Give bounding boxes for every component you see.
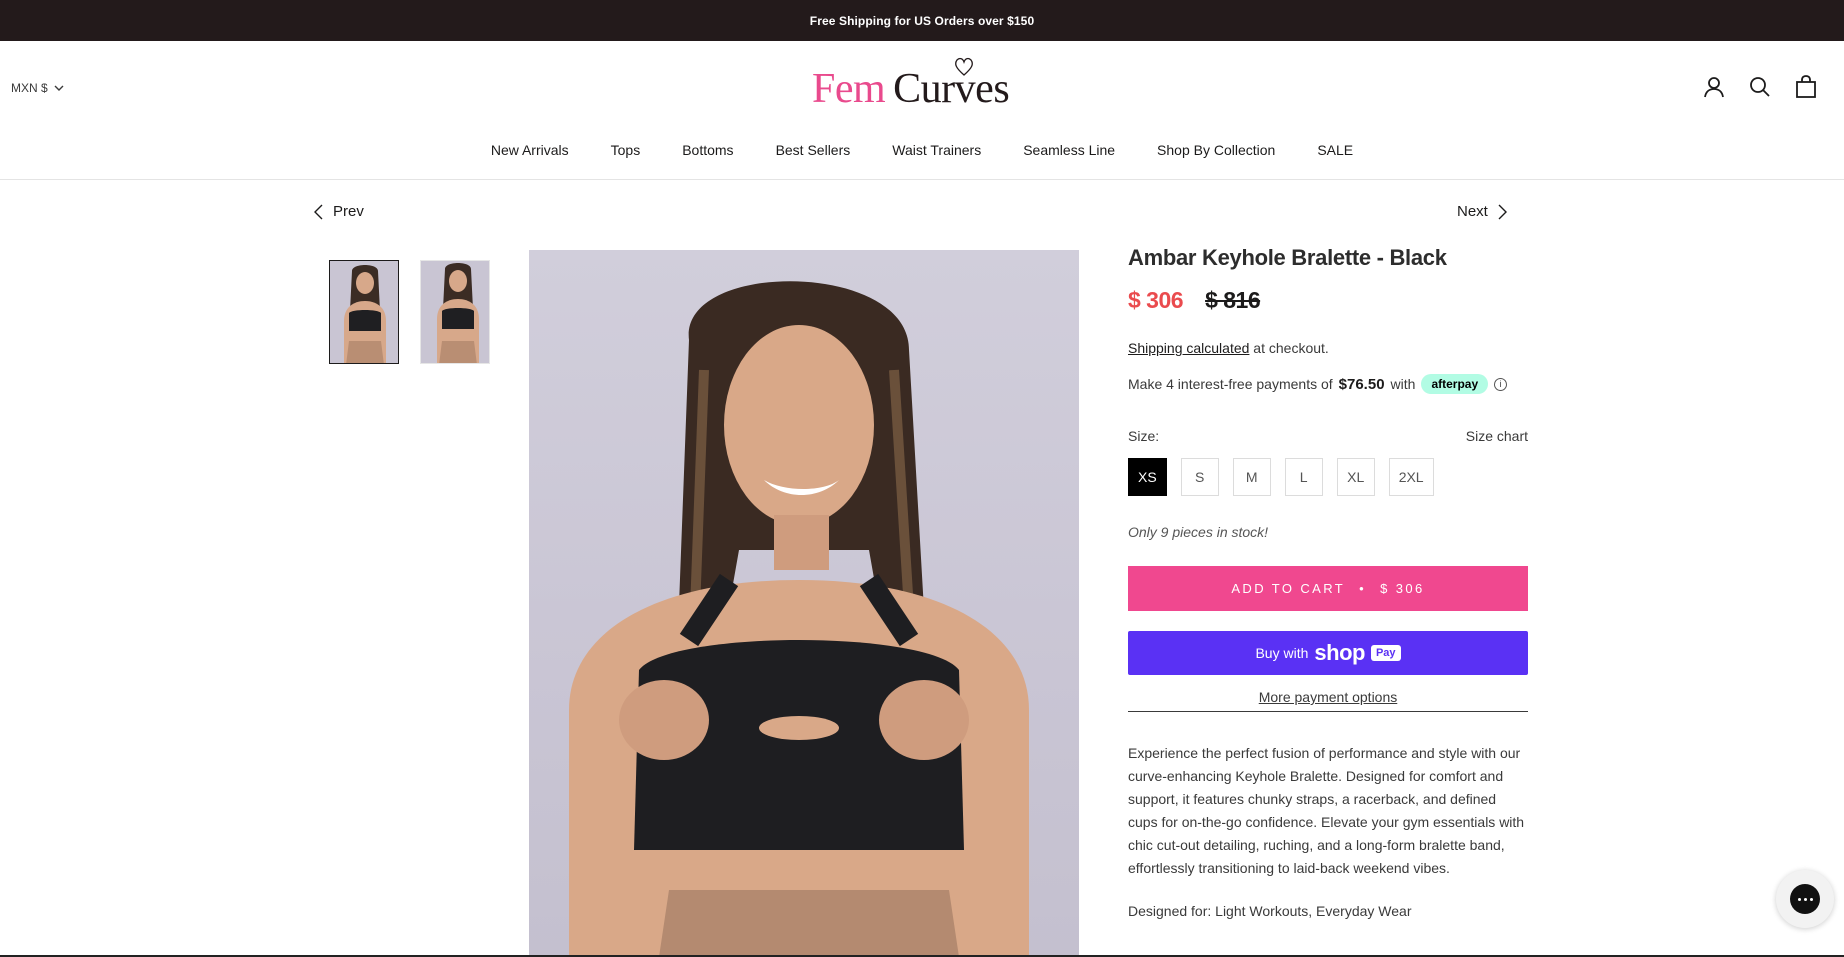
designed-for: Designed for: Light Workouts, Everyday W… (1128, 903, 1412, 919)
afterpay-badge[interactable]: afterpay (1421, 374, 1489, 394)
original-price: $ 816 (1205, 287, 1261, 313)
sale-price: $ 306 (1128, 287, 1184, 313)
product-info: Ambar Keyhole Bralette - Black $ 306 $ 8… (1128, 245, 1528, 919)
product-title: Ambar Keyhole Bralette - Black (1128, 245, 1447, 270)
logo-fem: Fem (812, 66, 886, 112)
announcement-text: Free Shipping for US Orders over $150 (809, 13, 1035, 28)
next-product-link[interactable]: Next (1457, 203, 1507, 220)
header-icons (1702, 75, 1818, 99)
size-option-xl[interactable]: XL (1336, 458, 1375, 496)
product-thumbnail-2[interactable] (420, 260, 490, 364)
product-description: Experience the perfect fusion of perform… (1128, 745, 1525, 876)
chat-icon (1790, 884, 1820, 914)
model-figure (569, 281, 1029, 957)
currency-label: MXN $ (11, 81, 48, 95)
size-row: Size: Size chart (1128, 428, 1528, 444)
stock-message: Only 9 pieces in stock! (1128, 524, 1269, 540)
more-payment-options-link[interactable]: More payment options (1128, 689, 1528, 712)
afterpay-with: with (1390, 376, 1416, 392)
nav-best-sellers[interactable]: Best Sellers (755, 142, 872, 158)
bullet-separator: • (1359, 581, 1367, 596)
add-to-cart-button[interactable]: ADD TO CART • $ 306 (1128, 566, 1528, 611)
product-main-image[interactable] (529, 250, 1079, 957)
announcement-bar: Free Shipping for US Orders over $150 (0, 0, 1844, 41)
size-option-xs[interactable]: XS (1128, 458, 1167, 496)
model-figure-thumb-1 (344, 265, 386, 363)
nav-sale[interactable]: SALE (1296, 142, 1374, 158)
info-icon[interactable]: i (1494, 377, 1508, 391)
add-to-cart-label: ADD TO CART (1231, 581, 1346, 596)
shop-pay-button[interactable]: Buy with shop Pay (1128, 631, 1528, 675)
shipping-note: Shipping calculated at checkout. (1128, 340, 1528, 356)
chevron-down-icon (54, 85, 64, 91)
prev-product-link[interactable]: Prev (314, 203, 364, 220)
nav-waist-trainers[interactable]: Waist Trainers (871, 142, 1002, 158)
price-block: $ 306 $ 816 (1128, 287, 1528, 314)
buy-with-label: Buy with (1255, 645, 1309, 661)
afterpay-message: Make 4 interest-free payments of $76.50 … (1128, 374, 1528, 394)
afterpay-amount: $76.50 (1338, 375, 1385, 393)
product-thumbnail-1[interactable] (329, 260, 399, 364)
afterpay-prefix: Make 4 interest-free payments of (1128, 376, 1333, 392)
nav-new-arrivals[interactable]: New Arrivals (470, 142, 590, 158)
currency-selector[interactable]: MXN $ (11, 81, 64, 95)
shop-logo: shop (1314, 640, 1365, 665)
shipping-link[interactable]: Shipping calculated (1128, 340, 1249, 356)
cart-icon[interactable] (1794, 75, 1818, 99)
nav-bottoms[interactable]: Bottoms (661, 142, 754, 158)
logo-heart-icon (955, 57, 973, 76)
next-label: Next (1457, 203, 1488, 220)
nav-tops[interactable]: Tops (590, 142, 662, 158)
pay-badge: Pay (1370, 645, 1401, 661)
model-figure-thumb-2 (437, 263, 479, 363)
shipping-rest: at checkout. (1249, 340, 1329, 356)
site-logo[interactable]: Fem Curves (812, 57, 1012, 119)
site-header: MXN $ Fem Curves New Arrivals Tops Botto… (0, 41, 1844, 180)
chevron-right-icon (1498, 204, 1507, 219)
search-icon[interactable] (1748, 75, 1772, 99)
size-option-s[interactable]: S (1180, 458, 1219, 496)
chevron-left-icon (314, 204, 323, 219)
nav-shop-by-collection[interactable]: Shop By Collection (1136, 142, 1296, 158)
size-label: Size: (1128, 428, 1160, 444)
size-option-l[interactable]: L (1284, 458, 1323, 496)
add-to-cart-price: $ 306 (1380, 581, 1425, 596)
size-option-m[interactable]: M (1232, 458, 1271, 496)
chat-widget-button[interactable] (1776, 870, 1834, 928)
size-chart-link[interactable]: Size chart (1466, 428, 1528, 444)
size-options: XS S M L XL 2XL (1128, 458, 1528, 496)
prev-label: Prev (333, 203, 364, 220)
main-nav: New Arrivals Tops Bottoms Best Sellers W… (0, 142, 1844, 158)
size-option-2xl[interactable]: 2XL (1388, 458, 1434, 496)
account-icon[interactable] (1702, 75, 1726, 99)
nav-seamless-line[interactable]: Seamless Line (1002, 142, 1136, 158)
